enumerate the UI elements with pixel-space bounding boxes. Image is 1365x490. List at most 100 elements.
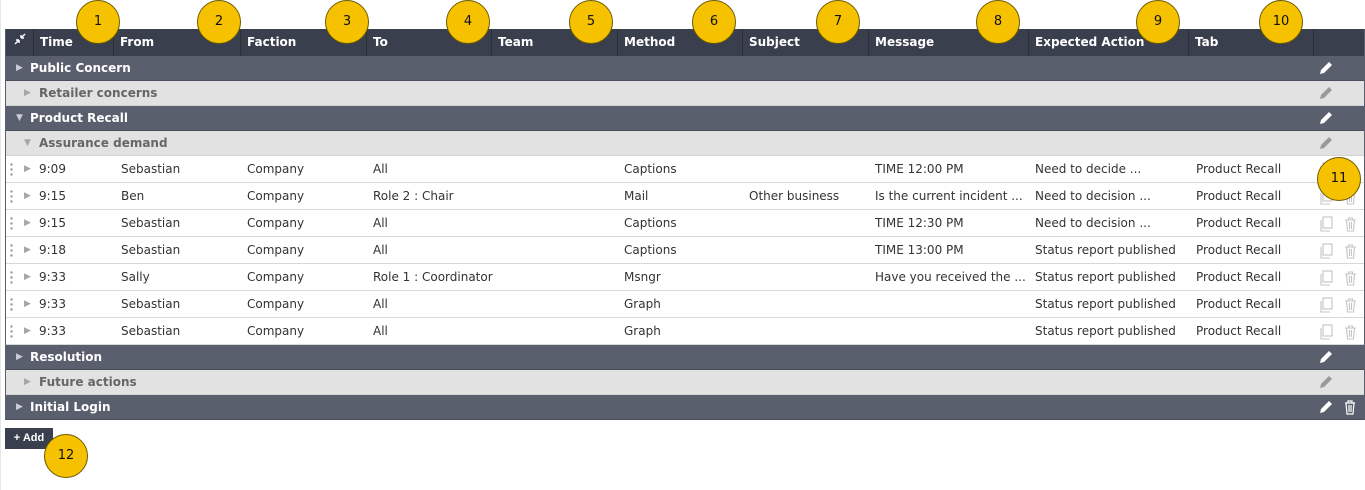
callout-marker: 8	[976, 0, 1020, 44]
cell-tab: Product Recall	[1196, 162, 1282, 176]
cell-from: Sebastian	[121, 324, 181, 338]
copy-icon[interactable]	[1319, 270, 1334, 286]
trash-icon[interactable]	[1342, 399, 1358, 415]
trash-icon[interactable]	[1343, 270, 1358, 286]
expand-triangle-icon[interactable]: ▶	[16, 395, 23, 420]
subgroup-assurance-demand[interactable]: ▼ Assurance demand	[6, 131, 1364, 156]
cell-from: Sebastian	[121, 216, 181, 230]
expand-triangle-icon[interactable]: ▶	[16, 56, 23, 81]
events-table: Time From Faction To Team Method Subject…	[5, 29, 1365, 420]
group-product-recall[interactable]: ▼ Product Recall	[6, 106, 1364, 131]
cell-to: All	[373, 162, 388, 176]
cell-tab: Product Recall	[1196, 243, 1282, 257]
expand-triangle-icon[interactable]: ▶	[24, 264, 31, 291]
cell-faction: Company	[247, 297, 305, 311]
expand-triangle-icon[interactable]: ▶	[24, 370, 31, 395]
copy-icon[interactable]	[1319, 324, 1334, 340]
expand-triangle-icon[interactable]: ▶	[24, 81, 31, 106]
edit-pencil-icon[interactable]	[1318, 374, 1334, 390]
drag-handle-icon[interactable]	[10, 271, 13, 284]
group-initial-login[interactable]: ▶ Initial Login	[6, 395, 1364, 420]
drag-handle-icon[interactable]	[10, 325, 13, 338]
cell-tab: Product Recall	[1196, 324, 1282, 338]
table-row[interactable]: ▶ 9:33 Sebastian Company All Graph Status repo…	[6, 318, 1364, 345]
callout-marker: 6	[692, 0, 736, 44]
cell-time: 9:33	[39, 270, 66, 284]
expand-triangle-icon[interactable]: ▶	[24, 210, 31, 237]
group-public-concern[interactable]: ▶ Public Concern	[6, 56, 1364, 81]
copy-icon[interactable]	[1319, 216, 1334, 232]
trash-icon[interactable]	[1343, 216, 1358, 232]
callout-marker: 11	[1317, 157, 1361, 201]
group-label: Public Concern	[30, 61, 131, 75]
cell-tab: Product Recall	[1196, 270, 1282, 284]
callout-marker: 7	[816, 0, 860, 44]
cell-to: All	[373, 243, 388, 257]
cell-message: TIME 12:00 PM	[875, 162, 964, 176]
cell-action: Status report published	[1035, 270, 1176, 284]
edit-pencil-icon[interactable]	[1318, 135, 1334, 151]
drag-handle-icon[interactable]	[10, 163, 13, 176]
cell-message: TIME 12:30 PM	[875, 216, 964, 230]
table-row[interactable]: ▶ 9:15 Ben Company Role 2 : Chair Mail Other b…	[6, 183, 1364, 210]
expand-triangle-icon[interactable]: ▶	[24, 237, 31, 264]
cell-action: Status report published	[1035, 324, 1176, 338]
cell-tab: Product Recall	[1196, 297, 1282, 311]
table-row[interactable]: ▶ 9:09 Sebastian Company All Captions TIME 12:…	[6, 156, 1364, 183]
group-label: Product Recall	[30, 111, 128, 125]
expand-triangle-icon[interactable]: ▶	[24, 156, 31, 183]
group-label: Initial Login	[30, 400, 111, 414]
trash-icon[interactable]	[1343, 243, 1358, 259]
cell-faction: Company	[247, 270, 305, 284]
table-row[interactable]: ▶ 9:15 Sebastian Company All Captions TIME 12:…	[6, 210, 1364, 237]
subgroup-future-actions[interactable]: ▶ Future actions	[6, 370, 1364, 395]
cell-time: 9:15	[39, 216, 66, 230]
table-row[interactable]: ▶ 9:33 Sebastian Company All Graph Status repo…	[6, 291, 1364, 318]
collapse-triangle-icon[interactable]: ▼	[16, 106, 23, 131]
cell-time: 9:15	[39, 189, 66, 203]
table-row[interactable]: ▶ 9:33 Sally Company Role 1 : Coordinator Msn…	[6, 264, 1364, 291]
callout-marker: 10	[1259, 0, 1303, 44]
cell-action: Status report published	[1035, 297, 1176, 311]
edit-pencil-icon[interactable]	[1318, 399, 1334, 415]
drag-handle-icon[interactable]	[10, 217, 13, 230]
drag-handle-icon[interactable]	[10, 298, 13, 311]
expand-triangle-icon[interactable]: ▶	[24, 318, 31, 345]
copy-icon[interactable]	[1319, 297, 1334, 313]
subgroup-retailer-concerns[interactable]: ▶ Retailer concerns	[6, 81, 1364, 106]
cell-faction: Company	[247, 324, 305, 338]
expand-triangle-icon[interactable]: ▶	[16, 345, 23, 370]
cell-tab: Product Recall	[1196, 189, 1282, 203]
cell-method: Graph	[624, 324, 661, 338]
drag-handle-icon[interactable]	[10, 190, 13, 203]
cell-faction: Company	[247, 189, 305, 203]
table-row[interactable]: ▶ 9:18 Sebastian Company All Captions TIME 13:…	[6, 237, 1364, 264]
subgroup-label: Future actions	[39, 375, 137, 389]
cell-method: Mail	[624, 189, 649, 203]
copy-icon[interactable]	[1319, 243, 1334, 259]
cell-to: Role 1 : Coordinator	[373, 270, 493, 284]
cell-faction: Company	[247, 216, 305, 230]
callout-marker: 9	[1136, 0, 1180, 44]
callout-marker: 1	[76, 0, 120, 44]
cell-action: Need to decision ...	[1035, 189, 1151, 203]
edit-pencil-icon[interactable]	[1318, 110, 1334, 126]
edit-pencil-icon[interactable]	[1318, 60, 1334, 76]
collapse-triangle-icon[interactable]: ▼	[24, 131, 31, 156]
cell-from: Ben	[121, 189, 145, 203]
cell-subject: Other business	[749, 189, 840, 203]
group-resolution[interactable]: ▶ Resolution	[6, 345, 1364, 370]
cell-from: Sally	[121, 270, 150, 284]
edit-pencil-icon[interactable]	[1318, 349, 1334, 365]
cell-message: Is the current incident ...	[875, 189, 1023, 203]
group-label: Resolution	[30, 350, 103, 364]
expand-triangle-icon[interactable]: ▶	[24, 291, 31, 318]
cell-action: Need to decide ...	[1035, 162, 1142, 176]
callout-marker: 2	[197, 0, 241, 44]
trash-icon[interactable]	[1343, 324, 1358, 340]
collapse-arrows-icon[interactable]	[6, 29, 33, 56]
drag-handle-icon[interactable]	[10, 244, 13, 257]
trash-icon[interactable]	[1343, 297, 1358, 313]
edit-pencil-icon[interactable]	[1318, 85, 1334, 101]
expand-triangle-icon[interactable]: ▶	[24, 183, 31, 210]
